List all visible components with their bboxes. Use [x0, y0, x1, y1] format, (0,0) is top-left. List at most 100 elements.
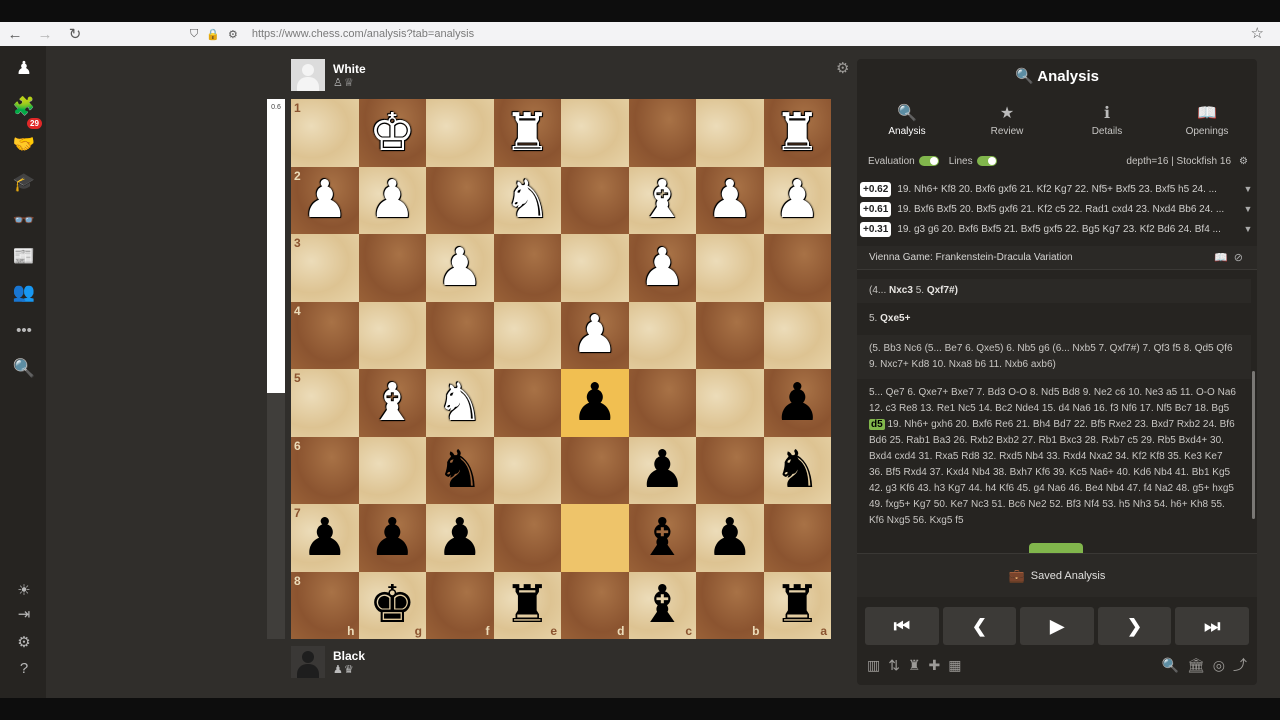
library-icon[interactable]: 🏛	[1187, 657, 1205, 674]
search-icon[interactable]: 🔍	[11, 356, 37, 380]
black-pawn-b7[interactable]: ♟	[696, 504, 764, 572]
board-square[interactable]	[628, 301, 696, 369]
chess-board[interactable]: 1 2 3 4 5 6 7 8 h g f e d c b a ♚ ♜ ♜ ♟ ♟ ♞ ♝ ♟ ♟ ♟ ♟ ♟ ♝ ♞ ♟ ♟ ♞ ♟ ♞ ♟ ♟ ♟ ♝ ♟…	[291, 99, 831, 639]
white-pawn-g2[interactable]: ♟	[359, 167, 427, 235]
black-pawn-a5[interactable]: ♟	[764, 369, 832, 437]
board-square[interactable]: f	[426, 571, 494, 639]
board-square[interactable]	[358, 301, 426, 369]
board-square[interactable]	[696, 99, 764, 167]
move-text[interactable]: 5... Qe7 6. Qxe7+ Bxe7 7. Bd3 O-O 8. Nd5…	[869, 387, 1236, 414]
reload-icon[interactable]: ↻	[60, 25, 90, 43]
opening-book-icon[interactable]: 📖⊘	[1214, 251, 1249, 264]
green-action-button[interactable]	[1029, 543, 1083, 553]
board-square[interactable]	[696, 436, 764, 504]
site-settings-icon[interactable]: ⚙	[228, 28, 238, 41]
black-pawn-f7[interactable]: ♟	[426, 504, 494, 572]
news-icon[interactable]: 📰	[11, 244, 37, 268]
chevron-down-icon[interactable]: ▼	[1239, 224, 1257, 234]
move[interactable]: Nxc3	[889, 285, 913, 296]
watch-binoculars-icon[interactable]: 👓	[11, 208, 37, 232]
white-king[interactable]: ♚	[359, 99, 427, 167]
chevron-down-icon[interactable]: ▼	[1239, 204, 1257, 214]
board-square[interactable]	[426, 99, 494, 167]
tab-details[interactable]: ℹ Details	[1057, 103, 1157, 143]
board-square[interactable]	[493, 504, 561, 572]
community-icon[interactable]: 👥	[11, 280, 37, 304]
help-icon[interactable]: ?	[11, 656, 37, 680]
board-square[interactable]	[628, 369, 696, 437]
bookmark-star-icon[interactable]: ☆	[1251, 24, 1264, 42]
engine-line[interactable]: +0.62 19. Nh6+ Kf8 20. Bxf6 gxf6 21. Kf2…	[857, 179, 1257, 199]
white-pawn-b2[interactable]: ♟	[696, 167, 764, 235]
black-bishop-c8[interactable]: ♝	[629, 572, 697, 640]
forward-icon[interactable]: →	[30, 26, 60, 43]
board-square[interactable]	[561, 234, 629, 302]
engine-line[interactable]: +0.61 19. Bxf6 Bxf5 20. Bxf5 gxf6 21. Kf…	[857, 199, 1257, 219]
black-pawn-d5[interactable]: ♟	[561, 369, 629, 437]
theme-sun-icon[interactable]: ☀	[11, 578, 37, 602]
tab-analysis[interactable]: 🔍 Analysis	[857, 103, 957, 143]
white-pawn-f3[interactable]: ♟	[426, 234, 494, 302]
white-bishop-g5[interactable]: ♝	[359, 369, 427, 437]
flip-board-icon[interactable]: ⇅	[888, 657, 900, 674]
bottom-player-name[interactable]: Black	[333, 649, 365, 663]
url-text[interactable]: https://www.chess.com/analysis?tab=analy…	[252, 28, 474, 40]
board-square[interactable]	[358, 436, 426, 504]
hands-icon[interactable]: 🤝	[11, 132, 37, 156]
board-square[interactable]	[763, 504, 831, 572]
learn-cap-icon[interactable]: 🎓	[11, 170, 37, 194]
black-bishop-c7[interactable]: ♝	[629, 504, 697, 572]
board-square[interactable]: 1	[291, 99, 359, 167]
board-square[interactable]	[696, 301, 764, 369]
board-square[interactable]	[561, 436, 629, 504]
first-move-button[interactable]: ⏮	[865, 607, 939, 645]
next-move-button[interactable]: ❯	[1097, 607, 1172, 645]
move[interactable]: Qxe5+	[880, 313, 910, 324]
engine-settings-gear-icon[interactable]: ⚙	[1239, 156, 1248, 167]
white-knight-e2[interactable]: ♞	[494, 167, 562, 235]
tab-review[interactable]: ★ Review	[957, 103, 1057, 143]
board-square[interactable]: b	[696, 571, 764, 639]
black-knight-a6[interactable]: ♞	[764, 437, 832, 505]
engine-line[interactable]: +0.31 19. g3 g6 20. Bxf6 Bxf5 21. Bxf5 g…	[857, 219, 1257, 239]
board-square[interactable]	[426, 301, 494, 369]
board-square[interactable]: 8h	[291, 571, 359, 639]
tab-openings[interactable]: 📖 Openings	[1157, 103, 1257, 143]
collapse-icon[interactable]: ⇥	[11, 602, 37, 626]
current-move[interactable]: d5	[869, 419, 885, 430]
board-square[interactable]: 5	[291, 369, 359, 437]
address-bar[interactable]: ⛉ 🔒 ⚙ https://www.chess.com/analysis?tab…	[190, 22, 1250, 46]
board-square[interactable]	[493, 234, 561, 302]
board-square[interactable]: 6	[291, 436, 359, 504]
board-square[interactable]	[561, 504, 629, 572]
evaluation-toggle[interactable]	[918, 156, 939, 166]
search-icon[interactable]: 🔍	[1162, 657, 1179, 674]
white-pawn-c3[interactable]: ♟	[629, 234, 697, 302]
white-rook-e1[interactable]: ♜	[494, 99, 562, 167]
white-knight-f5[interactable]: ♞	[426, 369, 494, 437]
board-square[interactable]	[358, 234, 426, 302]
share-icon[interactable]: ⤴	[1233, 655, 1247, 675]
lines-toggle[interactable]	[976, 156, 997, 166]
board-square[interactable]	[763, 301, 831, 369]
board-square[interactable]	[561, 166, 629, 234]
move-text[interactable]: (5. Bb3 Nc6 (5... Be7 6. Qxe5) 6. Nb5 g6…	[869, 343, 1233, 370]
previous-move-button[interactable]: ❮	[942, 607, 1017, 645]
puzzle-icon[interactable]: 🧩	[11, 94, 37, 118]
board-square[interactable]: 4	[291, 301, 359, 369]
board-square[interactable]	[493, 301, 561, 369]
settings-gear-icon[interactable]: ⚙	[11, 630, 37, 654]
board-square[interactable]: 3	[291, 234, 359, 302]
shield-icon[interactable]: ⛉	[190, 28, 198, 41]
board-square[interactable]	[696, 234, 764, 302]
move-list-scrollbar[interactable]	[1252, 371, 1255, 519]
black-rook-a8[interactable]: ♜	[764, 572, 832, 640]
top-player-name[interactable]: White	[333, 62, 366, 76]
white-rook-a1[interactable]: ♜	[764, 99, 832, 167]
board-square[interactable]	[763, 234, 831, 302]
board-square[interactable]	[696, 369, 764, 437]
board-square[interactable]	[628, 99, 696, 167]
white-pawn-a2[interactable]: ♟	[764, 167, 832, 235]
setup-piece-icon[interactable]: ♜	[908, 657, 921, 674]
move-list[interactable]: (4... Nxc3 5. Qxf7#) 5. Qxe5+ (5. Bb3 Nc…	[857, 279, 1251, 541]
